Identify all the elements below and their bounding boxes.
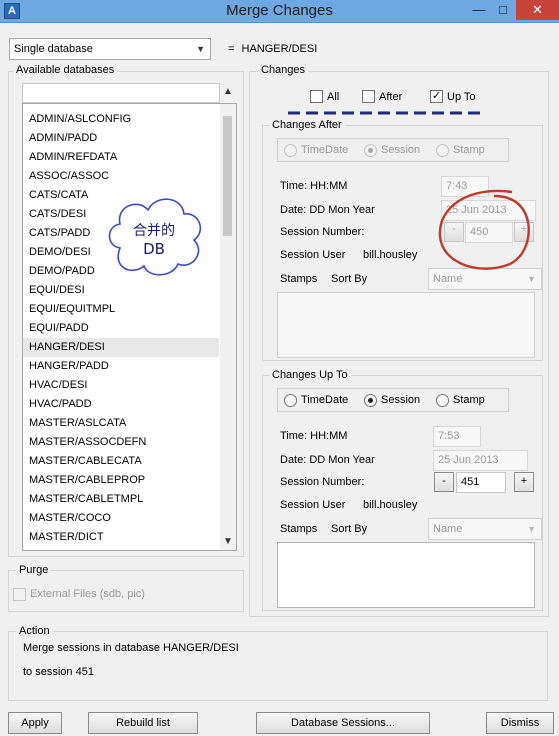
database-list-item[interactable]: ADMIN/PADD <box>23 129 219 148</box>
scroll-down-icon[interactable]: ▼ <box>223 536 233 547</box>
upto-time-label: Time: HH:MM <box>280 430 348 442</box>
selected-db-value: HANGER/DESI <box>241 43 318 55</box>
upto-session-increment-button[interactable]: + <box>514 472 534 492</box>
after-stamps-list[interactable] <box>277 292 535 358</box>
database-filter-input[interactable] <box>22 83 220 103</box>
cloud-text-line1: 合并的 <box>133 223 175 239</box>
all-label: All <box>327 91 340 103</box>
after-session-label: Session <box>381 144 421 156</box>
changes-upto-legend: Changes Up To <box>269 369 351 381</box>
database-list-item[interactable]: EQUI/DESI <box>23 281 219 300</box>
cloud-text-line2: DB <box>143 240 165 258</box>
chevron-down-icon: ▼ <box>196 44 205 54</box>
upto-sortby-select[interactable]: Name ▼ <box>428 518 542 540</box>
upto-date-label: Date: DD Mon Year <box>280 454 375 466</box>
underline-annotation <box>288 111 482 115</box>
list-scrollbar[interactable]: ▼ <box>220 104 236 550</box>
upto-session-field[interactable]: 451 <box>456 472 506 493</box>
upto-session-decrement-button[interactable]: - <box>434 472 454 492</box>
after-session-number-label: Session Number: <box>280 226 365 238</box>
after-sortby-label: Sort By <box>331 273 368 285</box>
after-timedate-label: TimeDate <box>301 144 349 156</box>
after-checkbox[interactable] <box>362 90 375 103</box>
circle-stroke <box>438 189 530 270</box>
selected-db-prefix: = <box>228 43 235 55</box>
database-list-item[interactable]: MASTER/CABLETMPL <box>23 490 219 509</box>
chevron-down-icon: ▼ <box>527 524 536 534</box>
minimize-button[interactable]: — <box>468 0 490 20</box>
database-list-item[interactable]: ADMIN/REFDATA <box>23 148 219 167</box>
upto-session-number-label: Session Number: <box>280 476 365 488</box>
db-mode-value: Single database <box>14 43 93 55</box>
upto-sortby-label: Sort By <box>331 523 368 535</box>
after-timedate-radio[interactable] <box>284 144 297 157</box>
database-list-item[interactable]: MASTER/ASSOCDEFN <box>23 433 219 452</box>
action-legend: Action <box>16 625 53 637</box>
database-list-item[interactable]: ADMIN/ASLCONFIG <box>23 110 219 129</box>
database-list-item[interactable]: HANGER/PADD <box>23 357 219 376</box>
database-sessions-button[interactable]: Database Sessions... <box>256 712 430 734</box>
database-list-item[interactable]: MASTER/DICT <box>23 528 219 547</box>
db-mode-select[interactable]: Single database ▼ <box>9 38 211 60</box>
upto-date-field[interactable]: 25 Jun 2013 <box>433 450 528 471</box>
changes-legend: Changes <box>258 64 309 76</box>
database-list[interactable]: ADMIN/ASLCONFIG ADMIN/PADD ADMIN/REFDATA AS… <box>22 103 237 551</box>
dismiss-button[interactable]: Dismiss <box>486 712 554 734</box>
database-list-item[interactable]: MASTER/CABLEPROP <box>23 471 219 490</box>
after-stamp-label: Stamp <box>453 144 485 156</box>
action-line-2: to session 451 <box>23 666 94 678</box>
upto-sortby-value: Name <box>433 523 463 535</box>
after-time-label: Time: HH:MM <box>280 180 348 192</box>
upto-timedate-radio[interactable] <box>284 394 297 407</box>
scroll-thumb[interactable] <box>223 116 232 236</box>
after-user-label: Session User <box>280 249 346 261</box>
check-mark-icon: ✓ <box>431 90 442 102</box>
database-list-item[interactable]: HANGER/DESI <box>23 338 219 357</box>
upto-session-label: Session <box>381 394 421 406</box>
database-list-item[interactable]: EQUI/PADD <box>23 319 219 338</box>
after-stamps-label: Stamps <box>280 273 318 285</box>
database-list-item[interactable]: HVAC/PADD <box>23 395 219 414</box>
database-list-item[interactable]: MASTER/COCO <box>23 509 219 528</box>
purge-legend: Purge <box>16 564 52 576</box>
after-stamp-radio[interactable] <box>436 144 449 157</box>
database-list-item[interactable]: MASTER/CABLECATA <box>23 452 219 471</box>
rebuild-list-button[interactable]: Rebuild list <box>88 712 198 734</box>
upto-stamps-list[interactable] <box>277 542 535 608</box>
upto-stamp-label: Stamp <box>453 394 485 406</box>
upto-label: Up To <box>447 91 476 103</box>
upto-stamps-label: Stamps <box>280 523 318 535</box>
apply-button[interactable]: Apply <box>8 712 62 734</box>
upto-user-label: Session User <box>280 499 346 511</box>
selected-db-label: = HANGER/DESI <box>228 43 317 55</box>
upto-time-field[interactable]: 7:53 <box>433 426 481 447</box>
after-date-label: Date: DD Mon Year <box>280 204 375 216</box>
changes-after-legend: Changes After <box>269 119 345 131</box>
maximize-button[interactable]: □ <box>492 0 514 20</box>
after-user-value: bill.housley <box>363 249 418 261</box>
after-label: After <box>379 91 403 103</box>
upto-user-value: bill.housley <box>363 499 418 511</box>
upto-stamp-radio[interactable] <box>436 394 449 407</box>
close-button[interactable]: ✕ <box>516 0 559 20</box>
database-list-item[interactable]: EQUI/EQUITMPL <box>23 300 219 319</box>
action-line-1: Merge sessions in database HANGER/DESI <box>23 642 239 654</box>
external-files-label: External Files (sdb, pic) <box>30 588 145 600</box>
circle-annotation <box>438 189 530 270</box>
scroll-up-arrow-icon[interactable]: ▲ <box>223 86 233 97</box>
external-files-checkbox[interactable] <box>13 588 26 601</box>
database-list-item[interactable]: ASSOC/ASSOC <box>23 167 219 186</box>
upto-session-radio[interactable] <box>364 394 377 407</box>
after-session-radio[interactable] <box>364 144 377 157</box>
title-bar: A Merge Changes — □ ✕ <box>0 0 559 23</box>
database-list-item[interactable]: MASTER/ASLCATA <box>23 414 219 433</box>
database-list-item[interactable]: MASTER/EQUICATA <box>23 547 219 550</box>
upto-timedate-label: TimeDate <box>301 394 349 406</box>
all-checkbox[interactable] <box>310 90 323 103</box>
database-list-item[interactable]: HVAC/DESI <box>23 376 219 395</box>
available-databases-legend: Available databases <box>13 64 118 76</box>
upto-checkbox[interactable]: ✓ <box>430 90 443 103</box>
